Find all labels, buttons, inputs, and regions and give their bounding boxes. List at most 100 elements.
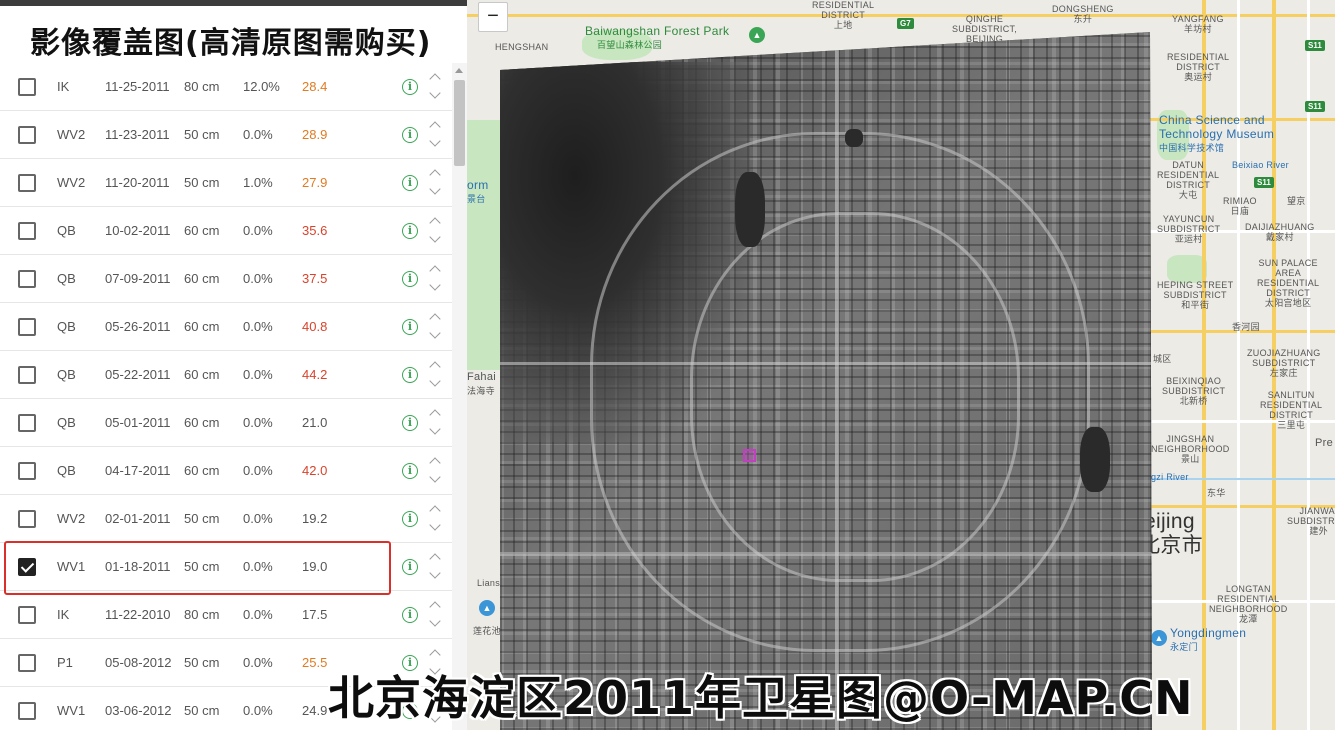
info-icon[interactable]: i [402, 367, 418, 383]
landmark-pin-icon[interactable]: ▲ [1151, 630, 1167, 646]
imagery-row[interactable]: QB 04-17-2011 60 cm 0.0% 42.0 i [0, 447, 452, 495]
reorder-arrows[interactable] [428, 552, 446, 582]
row-checkbox[interactable] [18, 702, 36, 720]
imagery-row[interactable]: QB 05-26-2011 60 cm 0.0% 40.8 i [0, 303, 452, 351]
resolution: 80 cm [184, 607, 220, 622]
move-up-icon[interactable] [429, 601, 441, 613]
row-checkbox[interactable] [18, 78, 36, 96]
move-down-icon[interactable] [429, 615, 441, 627]
reorder-arrows[interactable] [428, 408, 446, 438]
resolution: 60 cm [184, 367, 220, 382]
info-icon[interactable]: i [402, 463, 418, 479]
move-up-icon[interactable] [429, 361, 441, 373]
scroll-up-icon[interactable] [455, 68, 463, 73]
move-up-icon[interactable] [429, 409, 441, 421]
move-down-icon[interactable] [429, 135, 441, 147]
map-label: QINGHE SUBDISTRICT, BEIJING [952, 14, 1018, 44]
acquisition-date: 05-22-2011 [105, 367, 171, 382]
row-checkbox[interactable] [18, 462, 36, 480]
reorder-arrows[interactable] [428, 264, 446, 294]
row-checkbox[interactable] [18, 654, 36, 672]
resolution: 50 cm [184, 655, 220, 670]
move-up-icon[interactable] [429, 169, 441, 181]
info-icon[interactable]: i [402, 175, 418, 191]
row-checkbox[interactable] [18, 414, 36, 432]
info-icon[interactable]: i [402, 559, 418, 575]
move-up-icon[interactable] [429, 553, 441, 565]
move-down-icon[interactable] [429, 375, 441, 387]
reorder-arrows[interactable] [428, 504, 446, 534]
info-icon[interactable]: i [402, 271, 418, 287]
info-icon[interactable]: i [402, 319, 418, 335]
move-down-icon[interactable] [429, 423, 441, 435]
reorder-arrows[interactable] [428, 72, 446, 102]
off-nadir-angle: 40.8 [302, 319, 328, 334]
off-nadir-angle: 37.5 [302, 271, 328, 286]
imagery-row[interactable]: QB 10-02-2011 60 cm 0.0% 35.6 i [0, 207, 452, 255]
map-label: 法海寺 [467, 386, 495, 396]
move-up-icon[interactable] [429, 265, 441, 277]
satellite-lake [735, 172, 765, 247]
move-down-icon[interactable] [429, 231, 441, 243]
scrollbar-thumb[interactable] [454, 80, 465, 166]
move-down-icon[interactable] [429, 183, 441, 195]
imagery-row[interactable]: WV2 11-23-2011 50 cm 0.0% 28.9 i [0, 111, 452, 159]
map-label: HEPING STREET SUBDISTRICT 和平街 [1157, 280, 1234, 310]
info-icon[interactable]: i [402, 415, 418, 431]
resolution: 60 cm [184, 463, 220, 478]
satellite-name: WV1 [57, 703, 86, 718]
move-down-icon[interactable] [429, 567, 441, 579]
resolution: 60 cm [184, 319, 220, 334]
location-marker[interactable] [743, 449, 756, 462]
row-checkbox[interactable] [18, 126, 36, 144]
map-view[interactable]: RESIDENTIAL DISTRICT 上地 QINGHE SUBDISTRI… [467, 0, 1335, 730]
reorder-arrows[interactable] [428, 168, 446, 198]
row-checkbox[interactable] [18, 510, 36, 528]
row-checkbox[interactable] [18, 318, 36, 336]
imagery-row[interactable]: IK 11-22-2010 80 cm 0.0% 17.5 i [0, 591, 452, 639]
info-icon[interactable]: i [402, 223, 418, 239]
row-checkbox[interactable] [18, 606, 36, 624]
move-up-icon[interactable] [429, 121, 441, 133]
move-up-icon[interactable] [429, 457, 441, 469]
row-checkbox[interactable] [18, 174, 36, 192]
move-down-icon[interactable] [429, 471, 441, 483]
park-pin-icon[interactable]: ▲ [749, 27, 765, 43]
move-up-icon[interactable] [429, 313, 441, 325]
imagery-row[interactable]: QB 05-22-2011 60 cm 0.0% 44.2 i [0, 351, 452, 399]
imagery-row[interactable]: WV2 02-01-2011 50 cm 0.0% 19.2 i [0, 495, 452, 543]
row-checkbox[interactable] [18, 270, 36, 288]
imagery-row[interactable]: QB 05-01-2011 60 cm 0.0% 21.0 i [0, 399, 452, 447]
move-down-icon[interactable] [429, 327, 441, 339]
move-up-icon[interactable] [429, 217, 441, 229]
move-down-icon[interactable] [429, 519, 441, 531]
move-up-icon[interactable] [429, 505, 441, 517]
imagery-row[interactable]: IK 11-25-2011 80 cm 12.0% 28.4 i [0, 63, 452, 111]
acquisition-date: 03-06-2012 [105, 703, 172, 718]
reorder-arrows[interactable] [428, 456, 446, 486]
imagery-row[interactable]: WV2 11-20-2011 50 cm 1.0% 27.9 i [0, 159, 452, 207]
reorder-arrows[interactable] [428, 120, 446, 150]
move-down-icon[interactable] [429, 87, 441, 99]
reorder-arrows[interactable] [428, 312, 446, 342]
row-checkbox[interactable] [18, 366, 36, 384]
imagery-row[interactable]: QB 07-09-2011 60 cm 0.0% 37.5 i [0, 255, 452, 303]
move-down-icon[interactable] [429, 279, 441, 291]
move-up-icon[interactable] [429, 73, 441, 85]
map-label: 望京 [1287, 196, 1306, 206]
info-icon[interactable]: i [402, 127, 418, 143]
move-up-icon[interactable] [429, 649, 441, 661]
info-icon[interactable]: i [402, 511, 418, 527]
satellite-name: QB [57, 367, 76, 382]
reorder-arrows[interactable] [428, 600, 446, 630]
satellite-name: WV2 [57, 511, 86, 526]
satellite-image-overlay[interactable] [500, 32, 1152, 730]
zoom-out-button[interactable]: − [478, 2, 508, 32]
landmark-pin-icon[interactable]: ▲ [479, 600, 495, 616]
info-icon[interactable]: i [402, 79, 418, 95]
row-checkbox[interactable] [18, 222, 36, 240]
info-icon[interactable]: i [402, 607, 418, 623]
acquisition-date: 05-26-2011 [105, 319, 171, 334]
reorder-arrows[interactable] [428, 216, 446, 246]
reorder-arrows[interactable] [428, 360, 446, 390]
